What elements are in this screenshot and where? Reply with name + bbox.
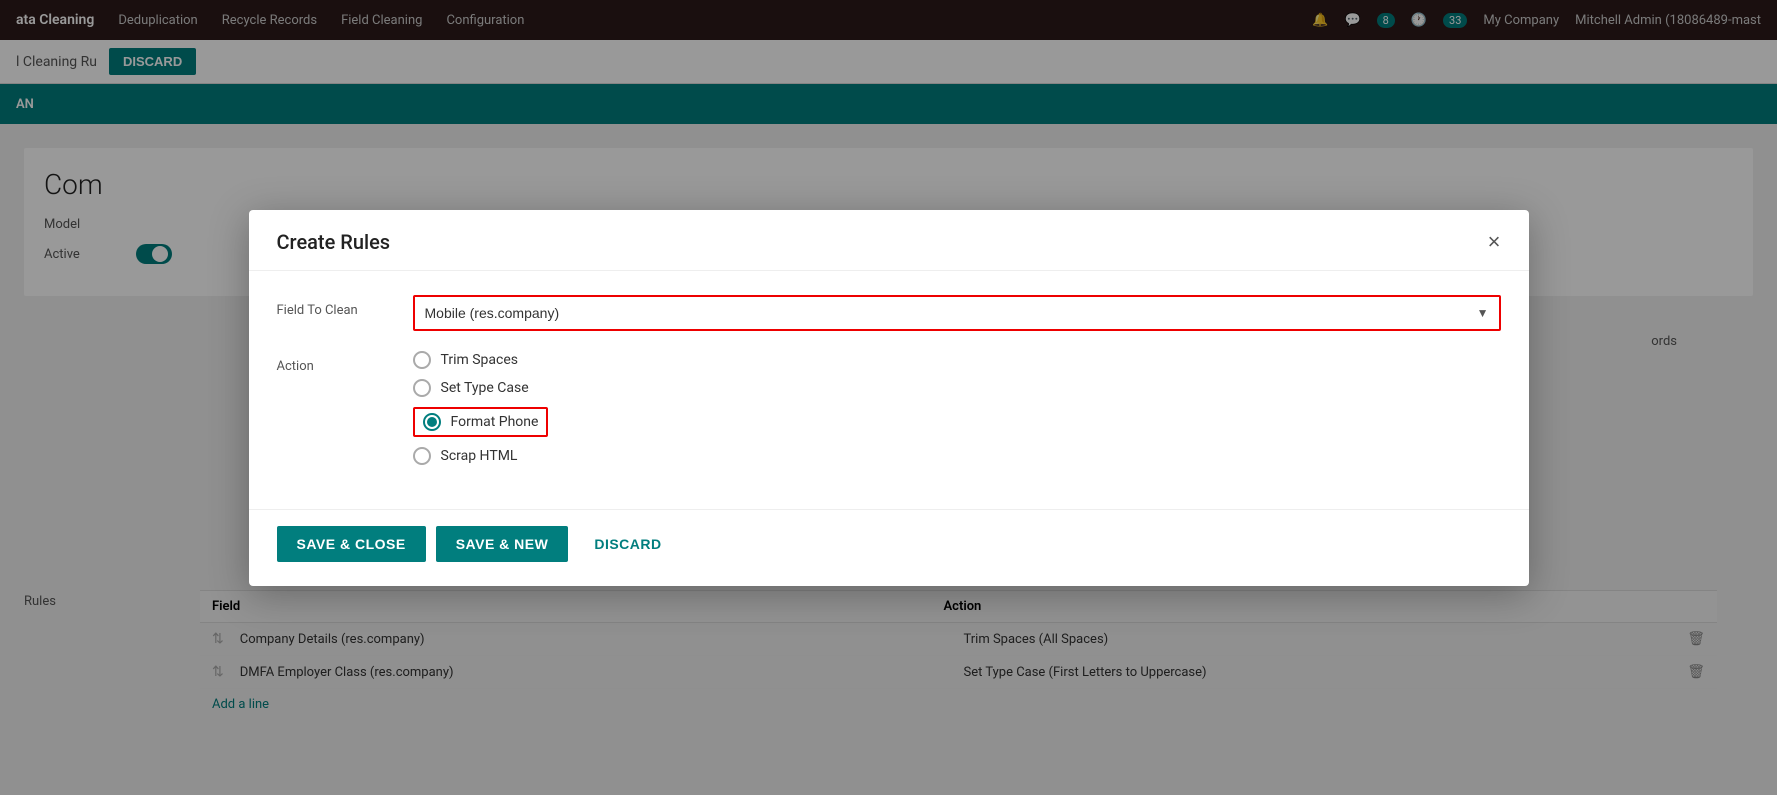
radio-input-set-type-case xyxy=(413,379,431,397)
action-row: Action Trim Spaces Set Type Case Format … xyxy=(277,351,1501,465)
radio-input-format-phone xyxy=(423,413,441,431)
field-to-clean-row: Field To Clean Mobile (res.company) ▼ xyxy=(277,295,1501,331)
modal-close-button[interactable]: × xyxy=(1488,231,1501,253)
radio-label-format-phone: Format Phone xyxy=(451,414,539,430)
radio-input-trim-spaces xyxy=(413,351,431,369)
radio-label-set-type-case: Set Type Case xyxy=(441,380,529,396)
radio-label-scrap-html: Scrap HTML xyxy=(441,448,518,464)
field-selector-wrapper[interactable]: Mobile (res.company) ▼ xyxy=(413,295,1501,331)
action-radio-group: Trim Spaces Set Type Case Format Phone xyxy=(413,351,549,465)
action-label: Action xyxy=(277,351,397,374)
radio-input-scrap-html xyxy=(413,447,431,465)
modal-header: Create Rules × xyxy=(249,210,1529,271)
radio-trim-spaces[interactable]: Trim Spaces xyxy=(413,351,549,369)
save-new-button[interactable]: SAVE & NEW xyxy=(436,526,569,562)
modal-title: Create Rules xyxy=(277,230,391,254)
save-close-button[interactable]: SAVE & CLOSE xyxy=(277,526,426,562)
radio-set-type-case[interactable]: Set Type Case xyxy=(413,379,549,397)
modal-body: Field To Clean Mobile (res.company) ▼ Ac… xyxy=(249,271,1529,509)
radio-format-phone[interactable]: Format Phone xyxy=(413,407,549,437)
field-to-clean-control: Mobile (res.company) ▼ xyxy=(413,295,1501,331)
create-rules-modal: Create Rules × Field To Clean Mobile (re… xyxy=(249,210,1529,586)
modal-footer: SAVE & CLOSE SAVE & NEW DISCARD xyxy=(249,509,1529,586)
field-to-clean-select[interactable]: Mobile (res.company) xyxy=(415,297,1467,329)
discard-modal-button[interactable]: DISCARD xyxy=(578,526,677,562)
radio-scrap-html[interactable]: Scrap HTML xyxy=(413,447,549,465)
radio-label-trim-spaces: Trim Spaces xyxy=(441,352,519,368)
chevron-down-icon: ▼ xyxy=(1467,306,1499,320)
format-phone-highlight-box: Format Phone xyxy=(413,407,549,437)
field-to-clean-label: Field To Clean xyxy=(277,295,397,318)
